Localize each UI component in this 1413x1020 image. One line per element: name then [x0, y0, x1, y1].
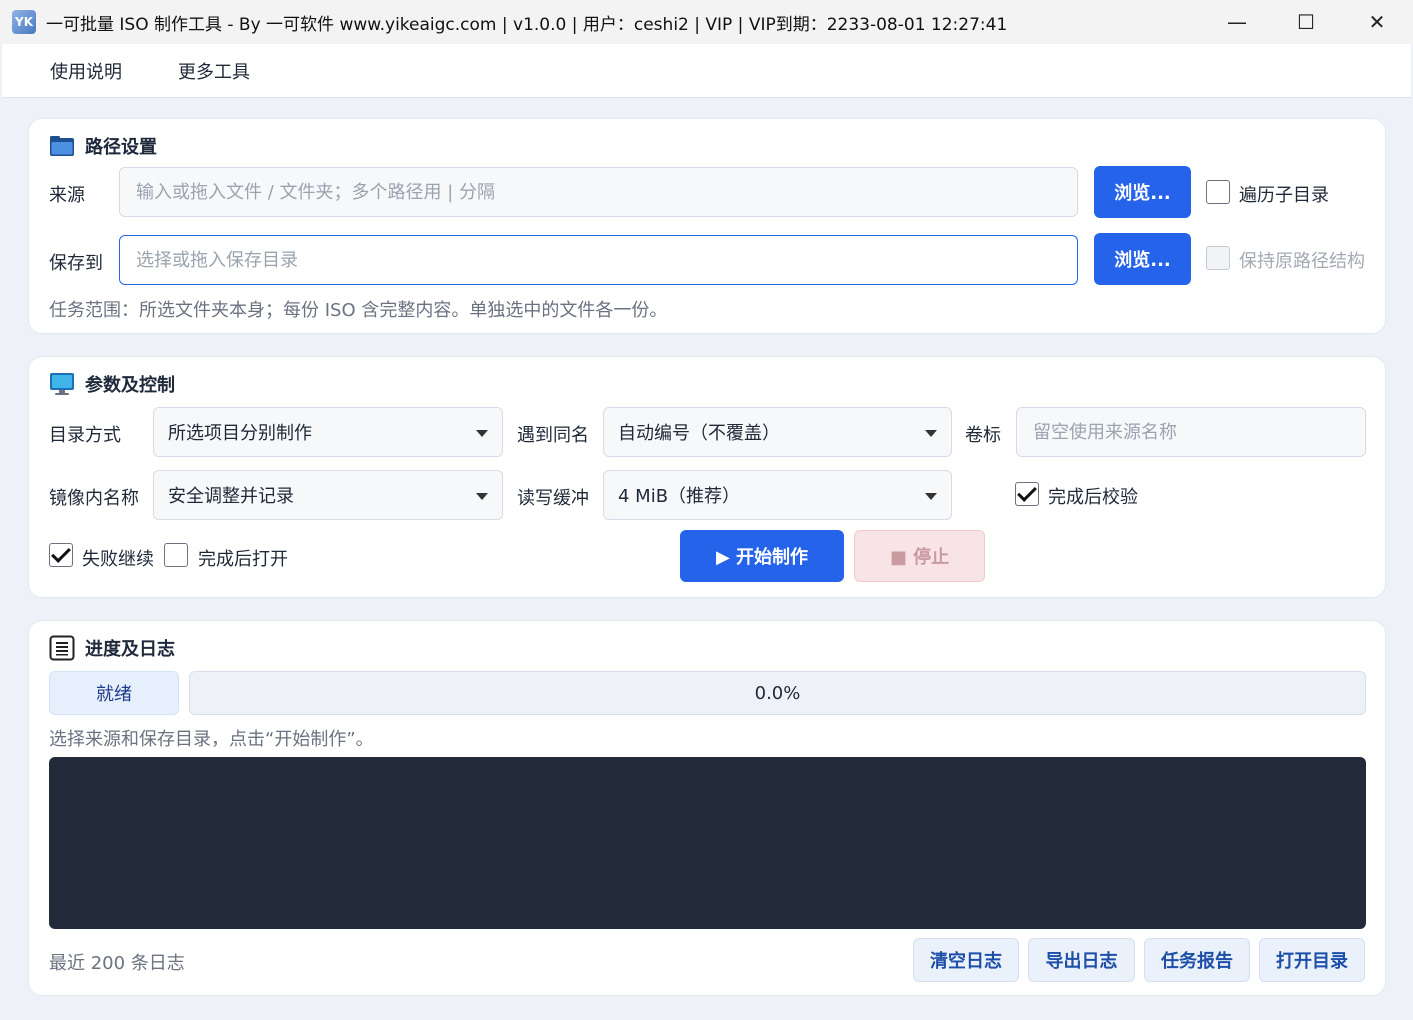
export-log-button[interactable]: 导出日志 [1028, 938, 1135, 982]
close-icon[interactable]: ✕ [1342, 0, 1412, 44]
clear-log-button[interactable]: 清空日志 [913, 938, 1019, 982]
status-badge: 就绪 [49, 671, 179, 715]
stop-button[interactable]: ■ 停止 [854, 530, 985, 582]
save-dir-input[interactable] [119, 235, 1078, 285]
keep-path-checkbox[interactable] [1206, 246, 1230, 270]
menu-bar: 使用说明 更多工具 [2, 44, 1411, 98]
dir-mode-label: 目录方式 [49, 425, 121, 446]
params-panel: 参数及控制 目录方式 所选项目分别制作 遇到同名 自动编号（不覆盖） 卷标 镜像… [28, 356, 1386, 598]
recursive-checkbox[interactable] [1206, 180, 1230, 204]
dir-mode-select[interactable]: 所选项目分别制作 [153, 407, 503, 457]
title-bar: YK 一可批量 ISO 制作工具 - By 一可软件 www.yikeaigc.… [0, 0, 1413, 44]
open-after-checkbox[interactable] [164, 543, 188, 567]
start-button[interactable]: ▶ 开始制作 [680, 530, 844, 582]
window-title: 一可批量 ISO 制作工具 - By 一可软件 www.yikeaigc.com… [46, 14, 1008, 35]
buffer-value: 4 MiB（推荐） [618, 486, 741, 507]
app-logo-icon: YK [12, 10, 36, 34]
folder-icon [49, 135, 75, 157]
params-panel-title: 参数及控制 [85, 375, 175, 396]
path-settings-panel: 路径设置 来源 浏览... 遍历子目录 保存到 浏览... 保持原路径结构 任务… [28, 118, 1386, 334]
chevron-down-icon [476, 493, 488, 500]
same-name-select[interactable]: 自动编号（不覆盖） [603, 407, 952, 457]
open-after-label: 完成后打开 [198, 549, 288, 570]
source-input[interactable] [119, 167, 1078, 217]
keep-path-label: 保持原路径结构 [1239, 251, 1365, 272]
buffer-select[interactable]: 4 MiB（推荐） [603, 470, 952, 520]
minimize-icon[interactable]: — [1202, 0, 1272, 44]
source-label: 来源 [49, 185, 85, 206]
volume-label: 卷标 [965, 425, 1001, 446]
chevron-down-icon [476, 430, 488, 437]
log-panel-header: 进度及日志 [49, 635, 175, 661]
progress-text: 0.0% [754, 682, 801, 704]
verify-label: 完成后校验 [1048, 487, 1138, 508]
chevron-down-icon [925, 430, 937, 437]
task-scope-note: 任务范围：所选文件夹本身；每份 ISO 含完整内容。单独选中的文件各一份。 [49, 300, 668, 321]
recursive-label: 遍历子目录 [1239, 185, 1329, 206]
list-icon [49, 635, 75, 661]
menu-item-usage[interactable]: 使用说明 [50, 58, 122, 84]
browse-save-button[interactable]: 浏览... [1094, 233, 1191, 285]
log-hint: 选择来源和保存目录，点击“开始制作”。 [49, 729, 374, 750]
volume-input[interactable] [1016, 407, 1366, 457]
menu-item-more-tools[interactable]: 更多工具 [178, 58, 250, 84]
monitor-icon [49, 372, 75, 396]
buffer-label: 读写缓冲 [517, 488, 589, 509]
verify-checkbox[interactable] [1015, 482, 1039, 506]
progress-bar: 0.0% [189, 671, 1366, 715]
maximize-icon[interactable]: ☐ [1271, 0, 1341, 44]
same-name-value: 自动编号（不覆盖） [618, 423, 780, 444]
log-footer-note: 最近 200 条日志 [49, 953, 185, 974]
save-to-label: 保存到 [49, 253, 103, 274]
same-name-label: 遇到同名 [517, 425, 589, 446]
dir-mode-value: 所选项目分别制作 [168, 423, 312, 444]
inner-name-label: 镜像内名称 [49, 488, 139, 509]
params-panel-header: 参数及控制 [49, 371, 175, 397]
browse-source-button[interactable]: 浏览... [1094, 166, 1191, 218]
task-report-button[interactable]: 任务报告 [1144, 938, 1250, 982]
path-panel-header: 路径设置 [49, 133, 157, 159]
chevron-down-icon [925, 493, 937, 500]
path-panel-title: 路径设置 [85, 137, 157, 158]
continue-on-fail-label: 失败继续 [82, 549, 154, 570]
inner-name-value: 安全调整并记录 [168, 486, 294, 507]
inner-name-select[interactable]: 安全调整并记录 [153, 470, 503, 520]
log-panel-title: 进度及日志 [85, 639, 175, 660]
open-dir-button[interactable]: 打开目录 [1259, 938, 1365, 982]
log-output[interactable] [49, 757, 1366, 929]
continue-on-fail-checkbox[interactable] [49, 543, 73, 567]
